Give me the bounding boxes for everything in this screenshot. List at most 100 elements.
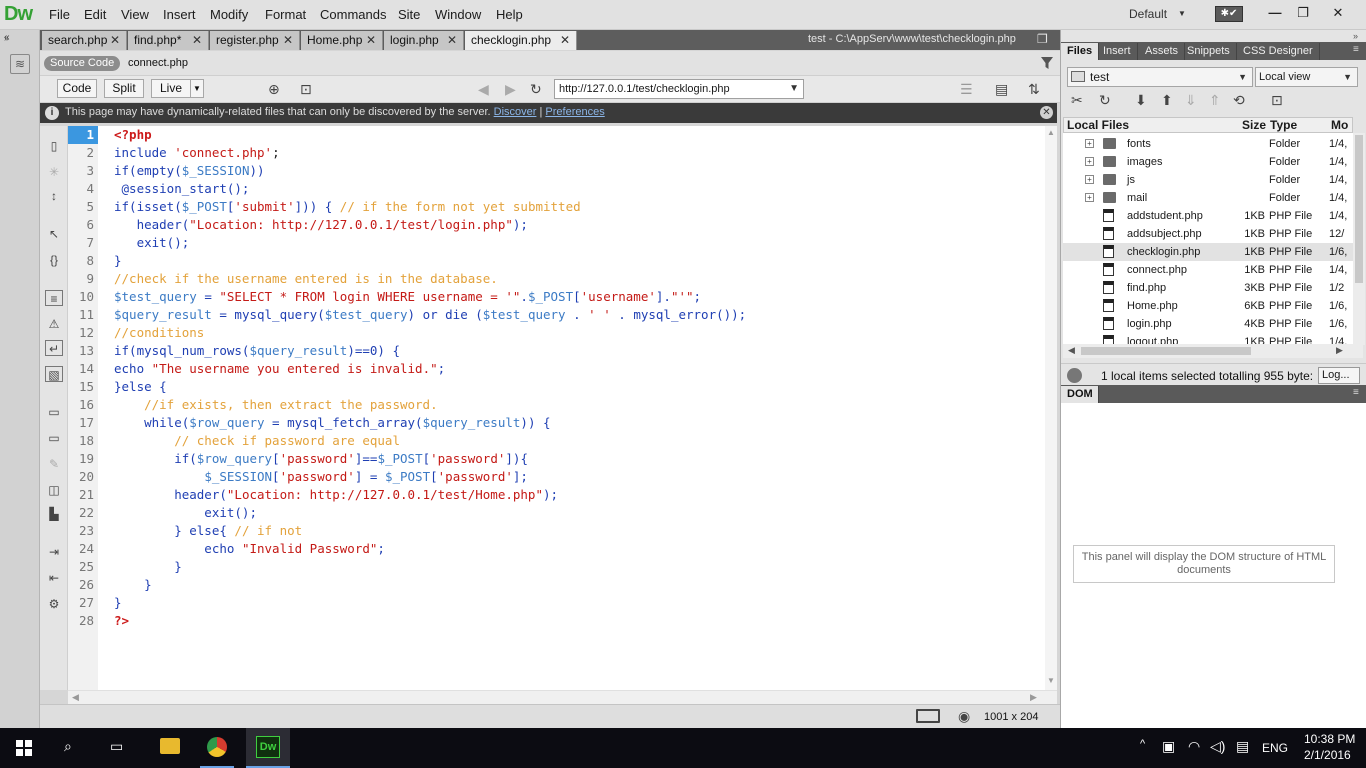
get-files-icon[interactable]: ⬇	[1135, 92, 1147, 109]
file-row-connect-php[interactable]: connect.php 1KB PHP File 1/4,	[1063, 261, 1353, 279]
expand-all-icon[interactable]: ↕	[45, 188, 63, 204]
notification-icon[interactable]: ▤	[1236, 738, 1249, 755]
chevron-down-icon[interactable]: ▼	[1178, 9, 1186, 18]
taskbar-item-dreamweaver[interactable]: Dw	[246, 728, 290, 768]
tab-find-php[interactable]: find.php* ✕	[128, 31, 209, 50]
inspect-icon[interactable]: ⊕	[268, 81, 280, 97]
line-number[interactable]: 12	[68, 324, 94, 342]
chevron-right-icon[interactable]: ▶	[1336, 345, 1343, 356]
code-line[interactable]: header("Location: http://127.0.0.1/test/…	[114, 216, 528, 234]
tab-home-php[interactable]: Home.php ✕	[301, 31, 383, 50]
code-line[interactable]: }	[114, 576, 152, 594]
tab-snippets[interactable]: Snippets	[1181, 43, 1237, 60]
tab-register-php[interactable]: register.php ✕	[210, 31, 300, 50]
code-line[interactable]: //check if the username entered is in th…	[114, 270, 498, 288]
close-icon[interactable]: ✕	[1040, 106, 1053, 119]
restore-button[interactable]: ❐	[1290, 3, 1316, 23]
file-explorer-icon[interactable]	[160, 738, 180, 754]
line-number[interactable]: 13	[68, 342, 94, 360]
line-number[interactable]: 7	[68, 234, 94, 252]
chevron-up-icon[interactable]: ▲	[1047, 128, 1055, 137]
code-line[interactable]: } else{ // if not	[114, 522, 302, 540]
sync-settings-icon[interactable]: ✱✔	[1215, 6, 1243, 22]
code-line[interactable]: if(empty($_SESSION))	[114, 162, 265, 180]
chevron-left-icon[interactable]: ◀	[1068, 345, 1075, 356]
file-row-logout-php[interactable]: logout.php 1KB PHP File 1/4,	[1063, 333, 1353, 344]
code-line[interactable]: }	[114, 252, 122, 270]
globe-icon[interactable]: ◉	[958, 708, 970, 725]
word-wrap-icon[interactable]: ↵	[45, 340, 63, 356]
view-dropdown[interactable]: Local view ▼	[1255, 67, 1358, 87]
column-local-files[interactable]: Local Files	[1067, 118, 1129, 132]
clock-date[interactable]: 2/1/2016	[1304, 748, 1351, 762]
collapse-tag-icon[interactable]: ✳	[45, 164, 63, 180]
close-icon[interactable]: ✕	[283, 31, 293, 49]
remove-comment-icon[interactable]: ▭	[45, 430, 63, 446]
chevron-down-icon[interactable]: ▼	[789, 80, 799, 98]
restore-icon[interactable]: ❐	[1037, 32, 1048, 46]
expand-icon[interactable]: +	[1085, 175, 1094, 184]
refresh-icon[interactable]: ↻	[530, 81, 542, 97]
highlight-invalid-code-icon[interactable]: ⚠	[45, 316, 63, 332]
minimize-button[interactable]: —	[1262, 3, 1288, 23]
collapse-icon[interactable]: «	[4, 32, 10, 43]
tab-search-php[interactable]: search.php ✕	[42, 31, 127, 50]
close-icon[interactable]: ✕	[366, 31, 376, 49]
tab-insert[interactable]: Insert	[1097, 43, 1138, 60]
close-icon[interactable]: ✕	[110, 31, 120, 49]
input-language[interactable]: ENG	[1262, 741, 1288, 755]
horizontal-scrollbar[interactable]: ◀ ▶	[68, 690, 1057, 704]
file-row-find-php[interactable]: find.php 3KB PHP File 1/2	[1063, 279, 1353, 297]
line-number[interactable]: 8	[68, 252, 94, 270]
scroll-thumb[interactable]	[1355, 135, 1363, 283]
menu-item-help[interactable]: Help	[496, 7, 523, 22]
chevron-up-icon[interactable]: ^	[1140, 738, 1145, 750]
code-line[interactable]: $test_query = "SELECT * FROM login WHERE…	[114, 288, 701, 306]
files-horizontal-scrollbar[interactable]: ◀ ▶	[1063, 344, 1363, 358]
wifi-icon[interactable]: ◠	[1188, 738, 1200, 755]
refresh-icon[interactable]: ↻	[1099, 92, 1111, 109]
chevron-left-icon[interactable]: ◀	[72, 692, 79, 703]
indent-code-icon[interactable]: ⇥	[45, 544, 63, 560]
outdent-code-icon[interactable]: ⇤	[45, 570, 63, 586]
line-number[interactable]: 19	[68, 450, 94, 468]
code-line[interactable]: @session_start();	[114, 180, 250, 198]
split-view-button[interactable]: Split	[104, 79, 144, 98]
put-files-icon[interactable]: ⬆	[1161, 92, 1173, 109]
network-icon[interactable]: ▣	[1162, 738, 1175, 755]
windows-start-icon[interactable]	[16, 740, 32, 756]
file-row-images[interactable]: + images Folder 1/4,	[1063, 153, 1353, 171]
filter-icon[interactable]	[1040, 55, 1054, 71]
scroll-thumb[interactable]	[1081, 347, 1251, 355]
recent-snippets-icon[interactable]: ◫	[45, 482, 63, 498]
menu-item-file[interactable]: File	[49, 7, 70, 22]
code-line[interactable]: }	[114, 594, 122, 612]
file-row-js[interactable]: + js Folder 1/4,	[1063, 171, 1353, 189]
related-file-connect[interactable]: connect.php	[122, 56, 194, 71]
code-line[interactable]: $query_result = mysql_query($test_query)…	[114, 306, 746, 324]
clock-time[interactable]: 10:38 PM	[1304, 732, 1355, 746]
tab-checklogin-php[interactable]: checklogin.php ✕	[465, 31, 577, 50]
check-out-icon[interactable]: ⇓	[1185, 92, 1197, 109]
window-size[interactable]: 1001 x 204	[984, 711, 1038, 723]
live-view-button[interactable]: Live	[151, 79, 191, 98]
code-view-button[interactable]: Code	[57, 79, 97, 98]
syntax-coloring-icon[interactable]: ▧	[45, 366, 63, 382]
disconnect-icon[interactable]: ✂	[1071, 92, 1083, 109]
file-row-checklogin-php[interactable]: checklogin.php 1KB PHP File 1/6,	[1063, 243, 1353, 261]
expand-icon[interactable]: +	[1085, 157, 1094, 166]
code-line[interactable]: echo "Invalid Password";	[114, 540, 385, 558]
line-number[interactable]: 26	[68, 576, 94, 594]
code-line[interactable]: //if exists, then extract the password.	[114, 396, 438, 414]
line-number[interactable]: 17	[68, 414, 94, 432]
code-line[interactable]: }else {	[114, 378, 167, 396]
select-parent-tag-icon[interactable]: ↖	[45, 226, 63, 242]
code-line[interactable]: if($row_query['password']==$_POST['passw…	[114, 450, 528, 468]
code-line[interactable]: // check if password are equal	[114, 432, 400, 450]
synchronize-icon[interactable]: ⟲	[1233, 92, 1245, 109]
back-icon[interactable]: ◀	[478, 81, 489, 97]
tab-files[interactable]: Files	[1061, 43, 1100, 60]
move-css-icon[interactable]: ▙	[45, 506, 63, 522]
column-type[interactable]: Type	[1270, 118, 1297, 132]
file-row-addsubject-php[interactable]: addsubject.php 1KB PHP File 12/	[1063, 225, 1353, 243]
